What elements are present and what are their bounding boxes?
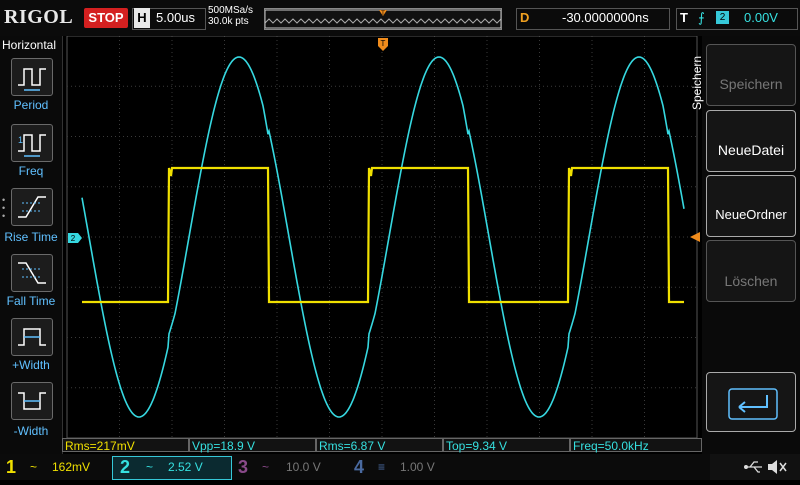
enter-icon xyxy=(728,388,778,420)
trigger-source-badge: 2 xyxy=(716,11,729,24)
period-button[interactable] xyxy=(11,58,53,96)
measurement-ch2-rms[interactable]: Rms=6.87 V xyxy=(316,438,443,453)
horizontal-letter: H xyxy=(134,8,150,28)
save-label: Speichern xyxy=(719,76,783,92)
delay-letter: D xyxy=(520,10,530,25)
ch1-scale[interactable]: 162mV xyxy=(52,456,90,478)
ch2-coupling-icon: ~ xyxy=(146,460,154,474)
negative-width-label: -Width xyxy=(13,424,49,438)
measurement-ch2-vpp[interactable]: Vpp=18.9 V xyxy=(189,438,316,453)
ch2-number[interactable]: 2 xyxy=(120,456,130,478)
timebase-value: 5.00us xyxy=(156,10,196,25)
overview-waveform: T xyxy=(264,9,502,29)
waveform-grid: T 2 xyxy=(66,35,700,439)
period-label: Period xyxy=(13,98,49,112)
ch3-number[interactable]: 3 xyxy=(238,456,248,478)
ch2-scale[interactable]: 2.52 V xyxy=(168,456,203,478)
waveform-display[interactable]: T 2 xyxy=(62,35,702,439)
period-icon xyxy=(18,68,46,91)
waveform-overview[interactable]: T xyxy=(264,8,502,30)
overview-trigger-letter: T xyxy=(381,11,385,17)
measurement-ch2-freq[interactable]: Freq=50.0kHz xyxy=(570,438,702,453)
trigger-position-letter: T xyxy=(381,39,386,48)
save-button[interactable] xyxy=(706,44,796,106)
negative-width-button[interactable] xyxy=(11,382,53,420)
ch1-number[interactable]: 1 xyxy=(6,456,16,478)
memory-depth: 30.0k pts xyxy=(208,16,249,27)
ch2-ground-label: 2 xyxy=(71,234,76,243)
enter-button[interactable] xyxy=(706,372,796,432)
rising-edge-icon: ⨍ xyxy=(698,10,705,25)
menu-page-dots: • • • xyxy=(2,195,6,221)
trigger-box[interactable] xyxy=(676,8,798,30)
status-icons-area xyxy=(710,454,800,480)
svg-text:1: 1 xyxy=(18,135,23,145)
new-file-label: NeueDatei xyxy=(717,142,785,158)
overview-wave-line xyxy=(264,18,502,24)
ch4-number[interactable]: 4 xyxy=(354,456,364,478)
delete-label: Löschen xyxy=(724,273,778,289)
ch1-coupling-icon: ~ xyxy=(30,460,38,474)
delete-button[interactable] xyxy=(706,240,796,302)
sample-rate: 500MSa/s xyxy=(208,5,254,16)
negative-width-icon xyxy=(18,392,46,410)
ch3-scale[interactable]: 10.0 V xyxy=(286,456,321,478)
positive-width-button[interactable] xyxy=(11,318,53,356)
freq-button[interactable]: 1 xyxy=(11,124,53,162)
rise-time-icon xyxy=(18,196,46,218)
trigger-level-marker xyxy=(690,232,700,242)
ch4-coupling-icon: ≡ xyxy=(378,460,386,474)
fall-time-button[interactable] xyxy=(11,254,53,292)
positive-width-label: +Width xyxy=(12,358,50,372)
fall-time-label: Fall Time xyxy=(6,294,56,308)
positive-width-icon xyxy=(18,328,46,346)
left-menu-title: Horizontal xyxy=(2,38,57,52)
rise-time-label: Rise Time xyxy=(4,230,58,244)
graticule xyxy=(66,35,698,439)
acquisition-info: 500MSa/s 30.0k pts xyxy=(208,5,253,27)
new-file-button[interactable] xyxy=(706,110,796,172)
freq-label: Freq xyxy=(18,164,44,178)
brand-logo: RIGOL xyxy=(4,6,74,28)
run-stop-badge[interactable]: STOP xyxy=(84,8,128,28)
trigger-level: 0.00V xyxy=(744,10,778,25)
fall-time-icon xyxy=(18,262,46,284)
right-menu-title: Speichern xyxy=(690,55,704,110)
measurement-ch1-rms[interactable]: Rms=217mV xyxy=(62,438,189,453)
status-icons xyxy=(744,460,787,474)
ch4-scale[interactable]: 1.00 V xyxy=(400,456,435,478)
new-folder-label: NeueOrdner xyxy=(715,207,787,222)
new-folder-button[interactable] xyxy=(706,175,796,237)
freq-icon: 1 xyxy=(18,134,46,157)
trigger-letter: T xyxy=(680,10,688,25)
speaker-muted-icon xyxy=(768,460,787,474)
measurement-ch2-top[interactable]: Top=9.34 V xyxy=(443,438,570,453)
rise-time-button[interactable] xyxy=(11,188,53,226)
usb-icon xyxy=(744,461,762,473)
ch3-coupling-icon: ~ xyxy=(262,460,270,474)
delay-value: -30.0000000ns xyxy=(562,10,649,25)
